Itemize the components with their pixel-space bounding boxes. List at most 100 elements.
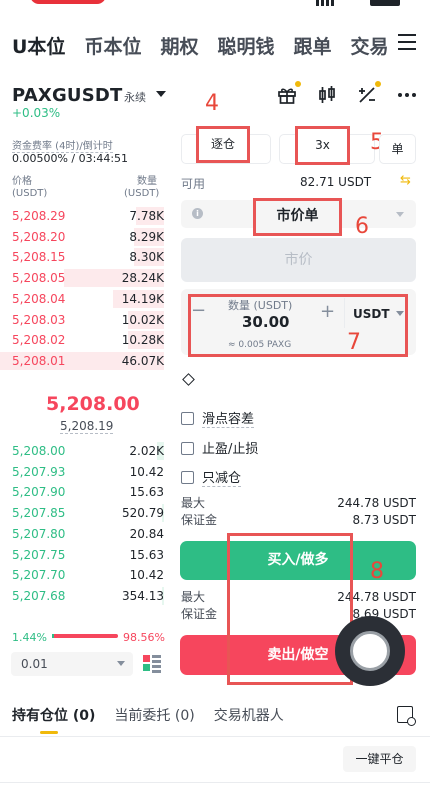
bid-quantity: 2.02K: [129, 444, 164, 458]
notification-dot: [375, 81, 381, 87]
menu-icon[interactable]: [396, 34, 416, 52]
ask-quantity: 7.78K: [129, 209, 164, 223]
ask-row[interactable]: 5,208.15 8.30K: [0, 247, 170, 267]
bid-price: 5,207.93: [12, 464, 66, 479]
bid-price: 5,207.75: [12, 547, 66, 562]
tick-size-select[interactable]: 0.01: [11, 652, 133, 676]
leverage-button[interactable]: 3x: [295, 126, 350, 165]
checkbox[interactable]: [181, 412, 194, 425]
bid-row[interactable]: 5,207.90 15.63: [0, 482, 170, 502]
ask-row[interactable]: 5,208.29 7.78K: [0, 206, 170, 226]
plus-button[interactable]: +: [320, 301, 335, 322]
bid-row[interactable]: 5,207.68 354.13: [0, 586, 170, 606]
ask-quantity: 8.29K: [129, 229, 164, 244]
transfer-icon[interactable]: ⇆: [400, 173, 411, 188]
tab-trading-bots[interactable]: 交易机器人: [214, 705, 284, 725]
mark-price[interactable]: 5,208.19: [60, 419, 114, 434]
last-price[interactable]: 5,208.00: [46, 393, 140, 415]
annotation-4: 4: [205, 91, 219, 116]
bid-quantity: 15.63: [129, 485, 164, 500]
sell-ratio: 98.56%: [123, 631, 165, 644]
ask-row[interactable]: 5,208.05 28.24K: [0, 268, 170, 288]
tab-options[interactable]: 期权: [160, 32, 198, 59]
tab-trading[interactable]: 交易: [351, 32, 389, 59]
bid-row[interactable]: 5,207.93 10.42: [0, 462, 170, 482]
buy-sell-ratio-bar: [52, 634, 118, 638]
annotation-7: 7: [347, 330, 361, 355]
orderbook-layout-icon[interactable]: [143, 655, 161, 673]
price-input[interactable]: 市价: [181, 238, 416, 282]
perpetual-tag: 永续: [124, 91, 146, 104]
available-value: 82.71 USDT: [300, 175, 372, 189]
reduce-only-label: 只减仓: [202, 471, 242, 487]
bid-row[interactable]: 5,207.70 10.42: [0, 565, 170, 585]
bid-row[interactable]: 5,208.00 2.02K: [0, 441, 170, 461]
battery-icon: [370, 0, 400, 6]
funding-rate-label: 资金费率 (4时)/倒计时: [12, 137, 113, 153]
position-mode-button[interactable]: 单: [379, 134, 416, 164]
slippage-option[interactable]: 滑点容差: [181, 408, 255, 428]
bid-quantity: 20.84: [129, 526, 164, 541]
ask-row[interactable]: 5,208.04 14.19K: [0, 289, 170, 309]
bid-row[interactable]: 5,207.75 15.63: [0, 545, 170, 565]
quantity-input[interactable]: 30.00: [242, 313, 289, 331]
ask-quantity: 10.02K: [121, 312, 164, 327]
reduce-only-option[interactable]: 只减仓: [181, 467, 242, 487]
bid-quantity: 520.79: [122, 506, 164, 521]
buy-max-value: 244.78 USDT: [337, 496, 416, 510]
ask-row[interactable]: 5,208.02 10.28K: [0, 330, 170, 350]
order-type-value: 市价单: [276, 208, 319, 224]
tab-u-margined[interactable]: U本位: [12, 32, 65, 59]
available-label: 可用: [181, 177, 206, 191]
ask-row[interactable]: 5,208.01 46.07K: [0, 351, 170, 371]
more-icon[interactable]: [396, 84, 418, 106]
close-all-button[interactable]: 一键平仓: [343, 746, 416, 772]
qty-header: 数量: [137, 176, 157, 187]
quantity-unit-select[interactable]: USDT: [353, 307, 390, 321]
tab-coin-margined[interactable]: 币本位: [84, 32, 141, 59]
tab-copy-trading[interactable]: 跟单: [293, 32, 331, 59]
divider: [0, 736, 430, 737]
order-type-highlight[interactable]: 市价单: [253, 198, 342, 236]
funding-rate-value: 0.00500% / 03:44:51: [12, 152, 129, 165]
bottom-tabs: 持有仓位 (0) 当前委托 (0) 交易机器人: [12, 705, 303, 725]
checkbox[interactable]: [181, 471, 194, 484]
minus-button[interactable]: −: [191, 300, 206, 321]
bid-price: 5,207.70: [12, 568, 66, 583]
ask-quantity: 14.19K: [121, 291, 164, 306]
quantity-highlight: [188, 294, 408, 357]
leverage-value: 3x: [315, 138, 330, 152]
gift-icon[interactable]: [276, 81, 301, 106]
checkbox[interactable]: [181, 442, 194, 455]
floating-assistive-button[interactable]: [335, 616, 405, 686]
tpsl-option[interactable]: 止盈/止损: [181, 438, 258, 457]
annotation-6: 6: [355, 214, 369, 239]
calculator-icon[interactable]: [356, 81, 381, 106]
price-unit: (USDT): [12, 188, 48, 199]
ask-row[interactable]: 5,208.20 8.29K: [0, 227, 170, 247]
signal-icon: [316, 0, 336, 6]
bid-price: 5,208.00: [12, 444, 66, 458]
ask-price: 5,208.20: [12, 229, 66, 244]
bid-quantity: 354.13: [122, 588, 164, 603]
bid-row[interactable]: 5,207.85 520.79: [0, 503, 170, 523]
bid-price: 5,207.90: [12, 485, 66, 500]
bid-quantity: 10.42: [129, 568, 164, 583]
buy-sell-highlight: [227, 533, 353, 685]
annotation-8: 8: [370, 559, 384, 584]
margin-mode-button[interactable]: 逐仓: [196, 126, 250, 163]
candlestick-chart-icon[interactable]: [316, 84, 338, 106]
info-icon[interactable]: i: [192, 208, 203, 219]
ask-row[interactable]: 5,208.03 10.02K: [0, 310, 170, 330]
tab-smart-money[interactable]: 聪明钱: [217, 32, 274, 59]
history-icon[interactable]: [397, 706, 416, 726]
tab-open-orders[interactable]: 当前委托 (0): [114, 705, 194, 725]
tpsl-diamond-icon[interactable]: [182, 373, 195, 386]
symbol-dropdown-icon[interactable]: [156, 91, 166, 97]
ask-price: 5,208.29: [12, 209, 66, 223]
tpsl-label: 止盈/止损: [202, 442, 259, 457]
bid-row[interactable]: 5,207.80 20.84: [0, 524, 170, 544]
symbol-name[interactable]: PAXGUSDT: [12, 85, 123, 106]
ask-quantity: 8.30K: [129, 250, 164, 265]
tab-positions[interactable]: 持有仓位 (0): [12, 705, 95, 725]
